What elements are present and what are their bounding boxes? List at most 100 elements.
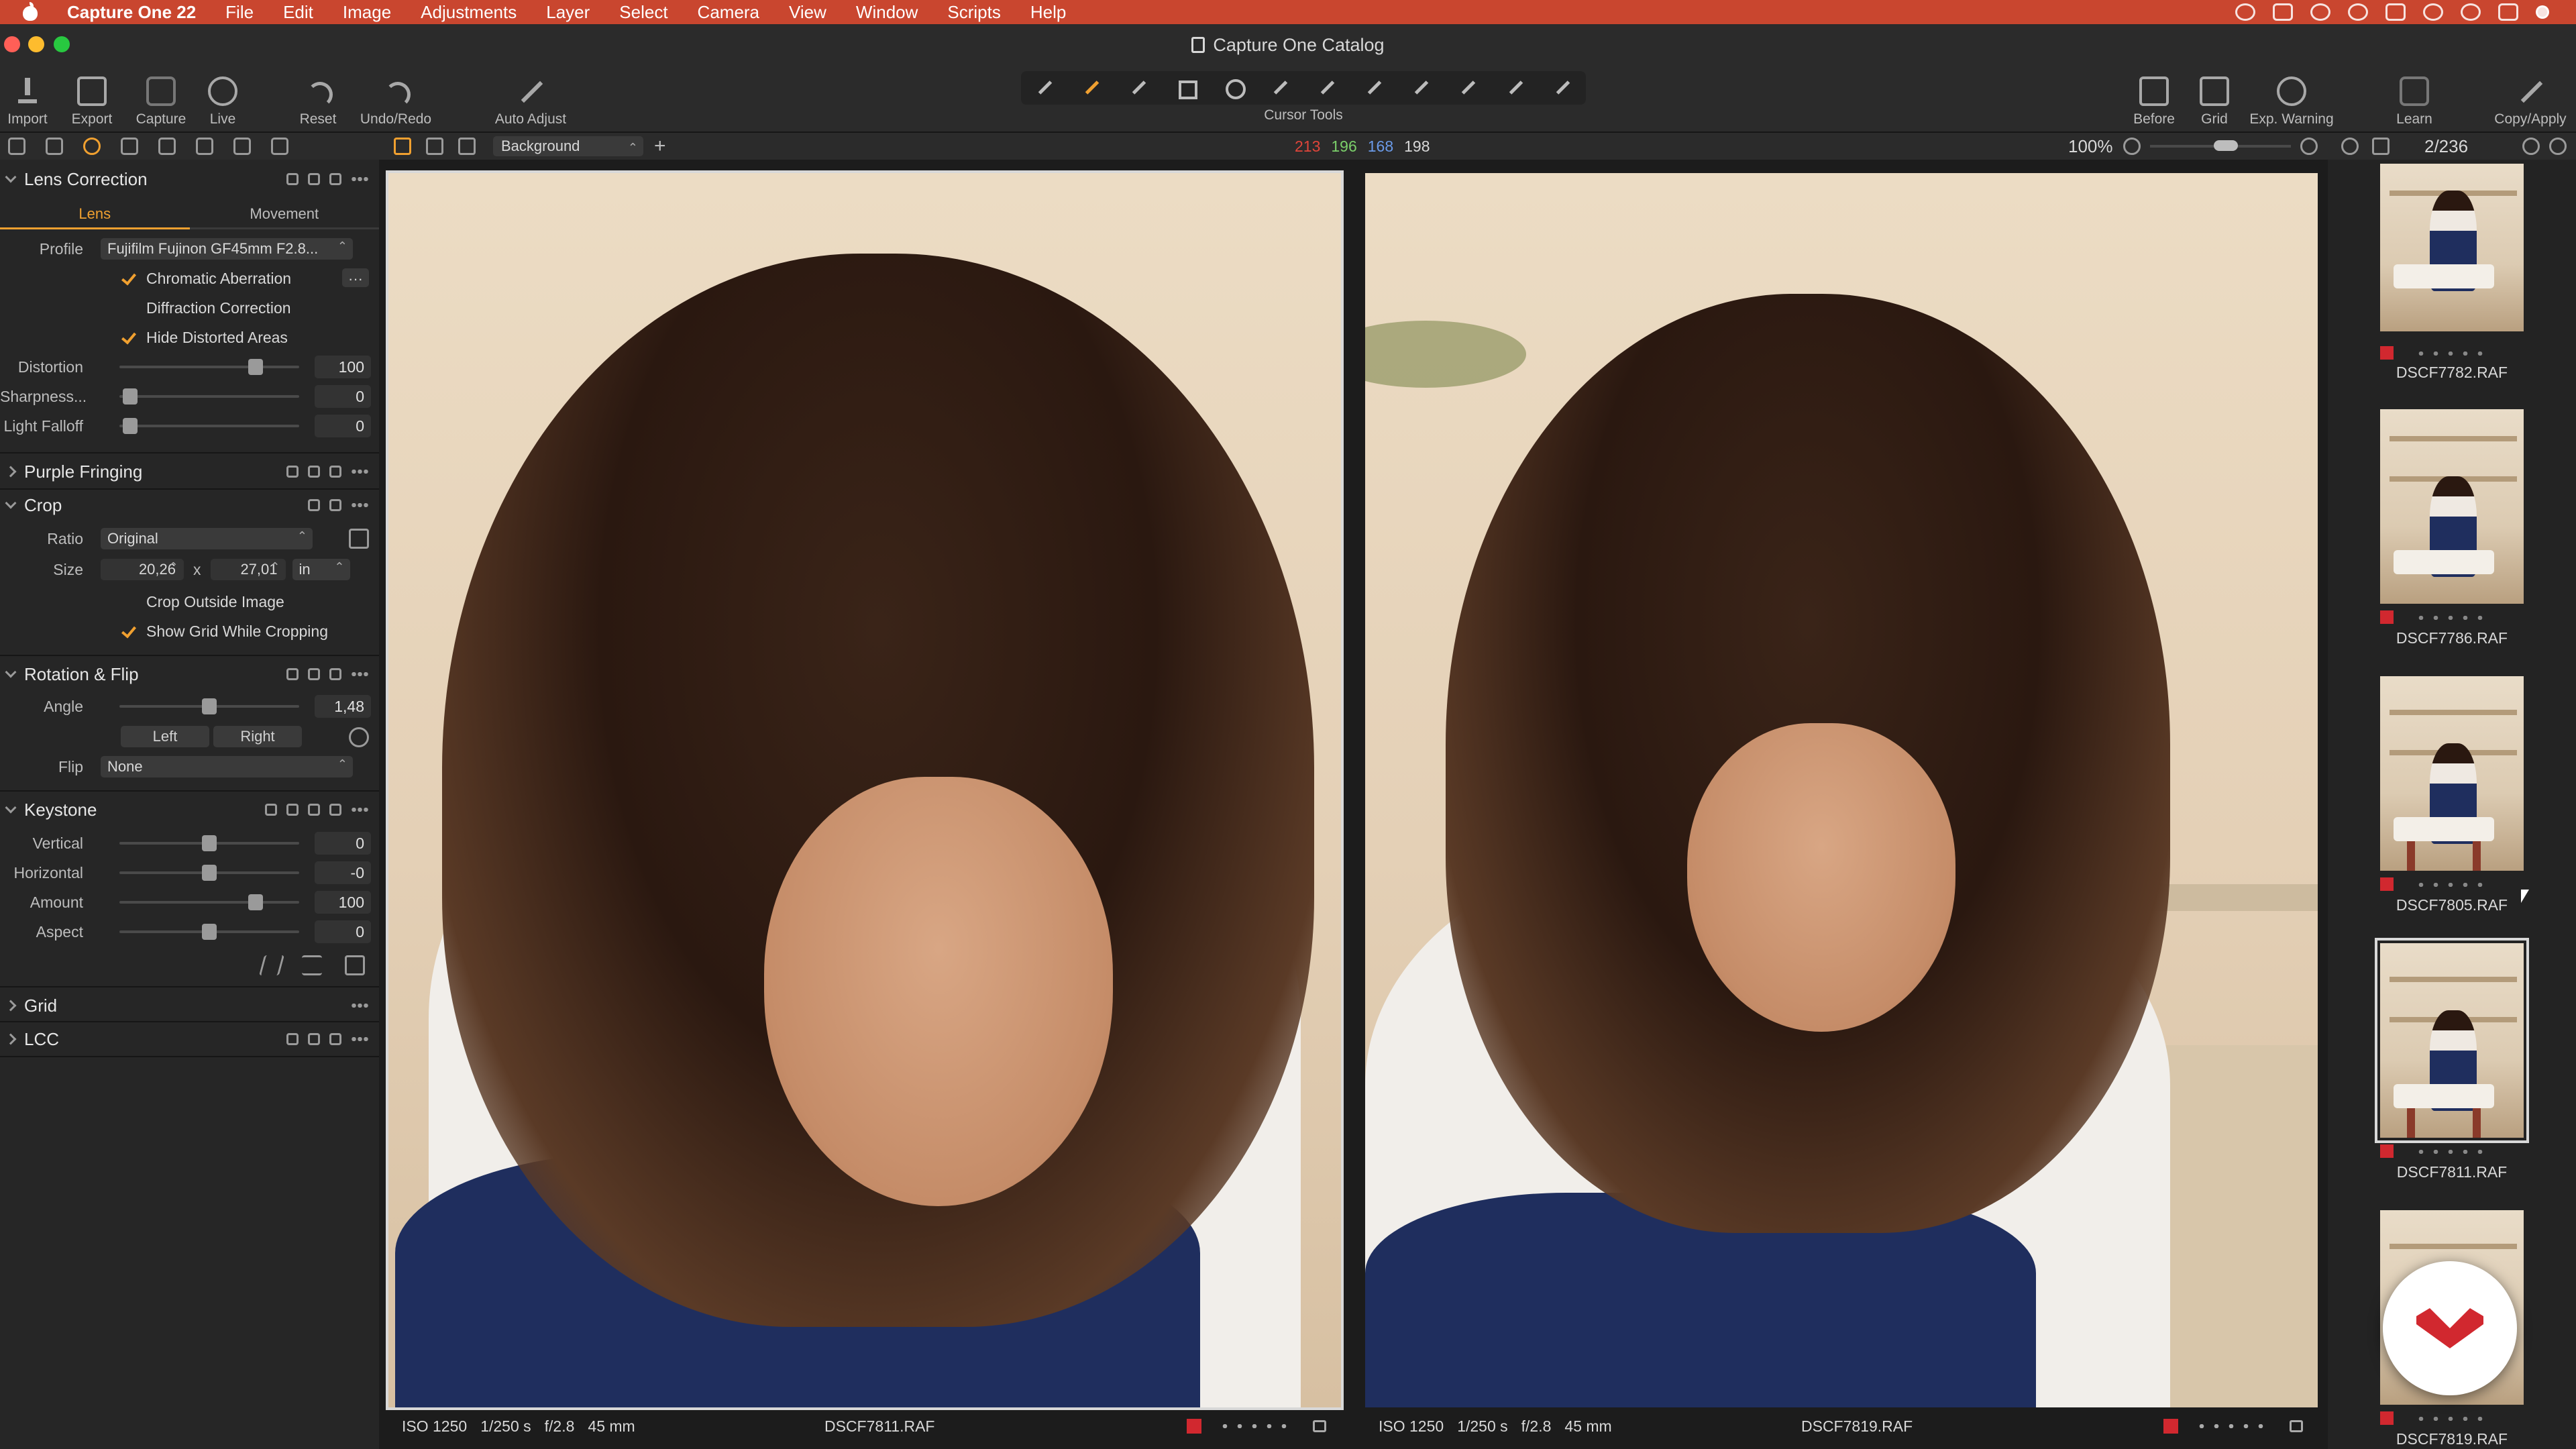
- horizontal-slider[interactable]: [119, 865, 299, 881]
- copy-icon[interactable]: [286, 1033, 299, 1045]
- menu-help[interactable]: Help: [1030, 2, 1066, 23]
- display-icon[interactable]: [2273, 3, 2293, 21]
- diffraction-correction-checkbox[interactable]: [121, 301, 136, 315]
- copy-icon[interactable]: [286, 173, 299, 185]
- spotlight-icon[interactable]: [2461, 3, 2481, 21]
- presets-icon[interactable]: [329, 466, 341, 478]
- more-icon[interactable]: [351, 808, 368, 812]
- more-icon[interactable]: [351, 177, 368, 181]
- angle-value[interactable]: 1,48: [315, 695, 371, 718]
- sync-icon[interactable]: [2310, 3, 2330, 21]
- sharpness-thumb[interactable]: [123, 388, 138, 405]
- chromatic-aberration-checkbox[interactable]: [121, 271, 136, 286]
- zoom-slider-thumb[interactable]: [2214, 140, 2238, 151]
- annotate-icon[interactable]: [1552, 78, 1572, 98]
- crop-tool-icon[interactable]: [349, 529, 369, 549]
- search-icon[interactable]: [2522, 138, 2540, 155]
- copy-icon[interactable]: [308, 499, 320, 511]
- live-button[interactable]: Live: [201, 66, 244, 133]
- color-tab-icon[interactable]: [121, 138, 138, 155]
- zoom-out-icon[interactable]: [2123, 138, 2141, 155]
- wifi-icon[interactable]: [2423, 3, 2443, 21]
- copy-icon[interactable]: [286, 804, 299, 816]
- viewer-left-pane[interactable]: ISO 1250 1/250 s f/2.8 45 mm DSCF7811.RA…: [386, 170, 1344, 1448]
- zoom-window-button[interactable]: [54, 36, 70, 52]
- reset-icon[interactable]: [308, 466, 320, 478]
- exposure-tab-icon[interactable]: [158, 138, 176, 155]
- brush-icon[interactable]: [1364, 78, 1384, 98]
- details-tab-icon[interactable]: [196, 138, 213, 155]
- rotation-flip-header[interactable]: Rotation & Flip: [0, 659, 379, 690]
- import-button[interactable]: Import: [4, 66, 51, 133]
- single-view-icon[interactable]: [426, 138, 443, 155]
- crop-outside-checkbox[interactable]: [121, 594, 136, 609]
- viewer-right-pane[interactable]: ISO 1250 1/250 s f/2.8 45 mm DSCF7819.RA…: [1365, 173, 2318, 1448]
- more-icon[interactable]: [351, 1004, 368, 1008]
- light-falloff-slider[interactable]: [119, 418, 299, 434]
- unit-select[interactable]: in: [292, 559, 350, 580]
- tab-movement[interactable]: Movement: [189, 201, 379, 229]
- rotate-free-icon[interactable]: [349, 727, 369, 747]
- filter-icon[interactable]: [2549, 138, 2567, 155]
- presets-icon[interactable]: [329, 173, 341, 185]
- eye-icon[interactable]: [2341, 138, 2359, 155]
- menu-app[interactable]: Capture One 22: [67, 2, 196, 23]
- minimize-window-button[interactable]: [28, 36, 44, 52]
- volume-icon[interactable]: [2385, 3, 2406, 21]
- menu-file[interactable]: File: [225, 2, 254, 23]
- rating-stars[interactable]: [2414, 1150, 2487, 1154]
- thumbnail-image[interactable]: [2380, 676, 2524, 871]
- menu-select[interactable]: Select: [619, 2, 667, 23]
- rotate-icon[interactable]: [1223, 78, 1246, 99]
- lcc-header[interactable]: LCC: [0, 1024, 379, 1055]
- color-picker-icon[interactable]: [1458, 78, 1478, 98]
- rating-stars[interactable]: [2194, 1424, 2268, 1428]
- creative-cloud-icon[interactable]: [2235, 3, 2255, 21]
- photo-dscf7819[interactable]: [1365, 173, 2318, 1407]
- heal-icon[interactable]: [1505, 78, 1525, 98]
- rating-stars[interactable]: [1218, 1424, 1291, 1428]
- hide-distorted-checkbox[interactable]: [121, 330, 136, 345]
- menu-image[interactable]: Image: [343, 2, 391, 23]
- rating-stars[interactable]: [2414, 883, 2487, 887]
- zoom-slider[interactable]: [2150, 140, 2291, 151]
- color-tag-red[interactable]: [2380, 1144, 2394, 1158]
- control-center-icon[interactable]: [2498, 3, 2518, 21]
- picker-icon[interactable]: [1317, 78, 1337, 98]
- angle-thumb[interactable]: [202, 698, 217, 714]
- reset-icon[interactable]: [329, 499, 341, 511]
- reset-icon[interactable]: [308, 173, 320, 185]
- copy-icon[interactable]: [286, 466, 299, 478]
- undo-redo-button[interactable]: Undo/Redo: [356, 66, 436, 133]
- color-tag-red[interactable]: [2380, 610, 2394, 624]
- capture-button[interactable]: Capture: [133, 66, 189, 133]
- select-cursor-icon[interactable]: [1034, 78, 1055, 98]
- multi-view-icon[interactable]: [394, 138, 411, 155]
- keystone-full-icon[interactable]: [345, 955, 365, 975]
- aspect-value[interactable]: 0: [315, 920, 371, 943]
- color-tag-red[interactable]: [2380, 346, 2394, 360]
- metadata-tab-icon[interactable]: [271, 138, 288, 155]
- amount-value[interactable]: 100: [315, 891, 371, 914]
- color-tag-red[interactable]: [2380, 1411, 2394, 1425]
- capture-tab-icon[interactable]: [46, 138, 63, 155]
- crop-width-input[interactable]: 20,26: [101, 559, 184, 580]
- light-falloff-value[interactable]: 0: [315, 415, 371, 437]
- vertical-value[interactable]: 0: [315, 832, 371, 855]
- horizontal-thumb[interactable]: [202, 865, 217, 881]
- copy-icon[interactable]: [308, 668, 320, 680]
- more-icon[interactable]: [351, 1037, 368, 1041]
- keystone-vertical-icon[interactable]: [258, 955, 285, 975]
- thumbnail-image[interactable]: [2380, 409, 2524, 604]
- menu-adjustments[interactable]: Adjustments: [421, 2, 517, 23]
- rotate-left-button[interactable]: Left: [121, 726, 209, 747]
- show-grid-checkbox[interactable]: [121, 624, 136, 639]
- exp-warning-button[interactable]: Exp. Warning: [2245, 66, 2339, 133]
- thumbnail-image[interactable]: [2380, 164, 2524, 331]
- thumbnail-image[interactable]: [2375, 938, 2529, 1143]
- sharpness-value[interactable]: 0: [315, 385, 371, 408]
- flip-select[interactable]: None: [101, 756, 353, 777]
- photo-dscf7811[interactable]: [386, 170, 1344, 1410]
- reset-icon[interactable]: [329, 668, 341, 680]
- lens-tab-icon[interactable]: [83, 138, 101, 155]
